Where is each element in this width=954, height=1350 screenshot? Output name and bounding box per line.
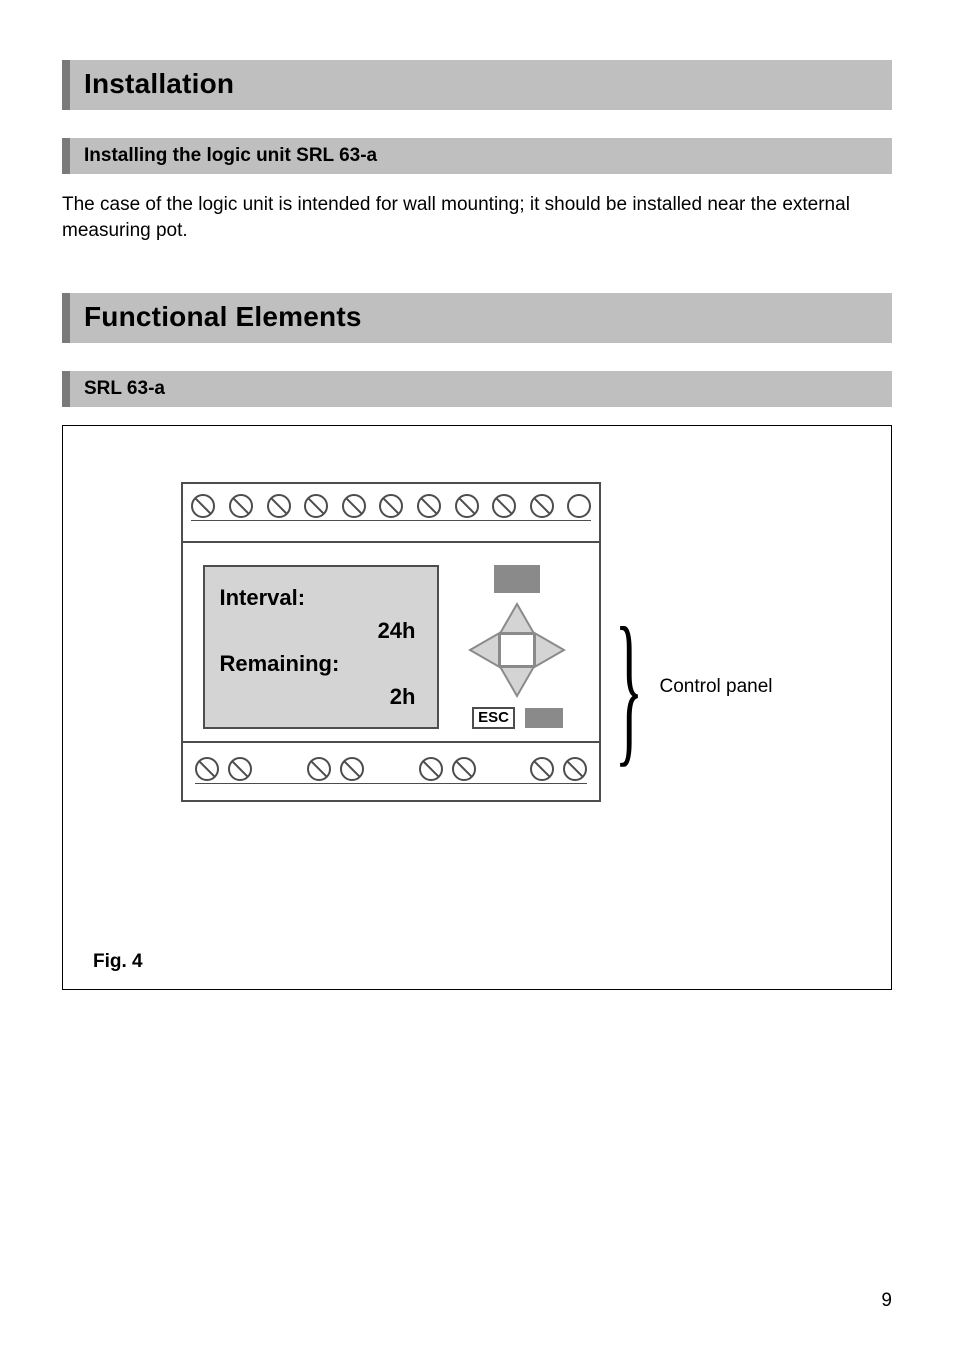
dpad bbox=[462, 602, 572, 698]
subheading-installing-logic-unit: Installing the logic unit SRL 63-a bbox=[62, 138, 892, 174]
screen-line-1-value: 24h bbox=[219, 614, 423, 647]
terminal-icon bbox=[452, 757, 476, 781]
terminal-icon bbox=[228, 757, 252, 781]
arrow-down-button[interactable] bbox=[498, 665, 536, 698]
heading-functional-elements: Functional Elements bbox=[62, 293, 892, 343]
subheading-srl-63a: SRL 63-a bbox=[62, 371, 892, 407]
body-installation-text: The case of the logic unit is intended f… bbox=[62, 192, 892, 243]
terminal-icon bbox=[492, 494, 516, 518]
heading-installation: Installation bbox=[62, 60, 892, 110]
esc-button[interactable]: ESC bbox=[472, 707, 515, 729]
terminal-icon bbox=[267, 494, 291, 518]
top-rect-button[interactable] bbox=[494, 565, 540, 593]
terminal-empty-icon bbox=[567, 494, 591, 518]
terminal-icon bbox=[379, 494, 403, 518]
terminal-icon bbox=[530, 757, 554, 781]
arrow-right-button[interactable] bbox=[533, 631, 566, 669]
terminal-icon bbox=[304, 494, 328, 518]
keypad: ESC bbox=[447, 565, 587, 729]
screen-line-1-label: Interval: bbox=[219, 581, 423, 614]
page-number: 9 bbox=[881, 1290, 892, 1312]
control-panel-area: Interval: 24h Remaining: 2h bbox=[183, 541, 599, 743]
screen-line-2-label: Remaining: bbox=[219, 647, 423, 680]
display-screen: Interval: 24h Remaining: 2h bbox=[203, 565, 439, 729]
terminal-icon bbox=[229, 494, 253, 518]
bottom-terminal-row bbox=[183, 743, 599, 800]
arrow-up-button[interactable] bbox=[498, 602, 536, 635]
figure-4-frame: Interval: 24h Remaining: 2h bbox=[62, 425, 892, 990]
terminal-icon bbox=[530, 494, 554, 518]
callout-control-panel: Control panel bbox=[659, 676, 772, 698]
enter-rect-button[interactable] bbox=[525, 708, 563, 728]
terminal-icon bbox=[340, 757, 364, 781]
terminal-icon bbox=[417, 494, 441, 518]
top-terminal-row bbox=[183, 484, 599, 541]
screen-line-2-value: 2h bbox=[219, 680, 423, 713]
terminal-icon bbox=[419, 757, 443, 781]
terminal-icon bbox=[195, 757, 219, 781]
terminal-icon bbox=[307, 757, 331, 781]
terminal-icon bbox=[563, 757, 587, 781]
device-panel: Interval: 24h Remaining: 2h bbox=[181, 482, 601, 802]
figure-caption: Fig. 4 bbox=[93, 951, 143, 973]
arrow-left-button[interactable] bbox=[468, 631, 501, 669]
terminal-icon bbox=[455, 494, 479, 518]
terminal-icon bbox=[342, 494, 366, 518]
terminal-icon bbox=[191, 494, 215, 518]
